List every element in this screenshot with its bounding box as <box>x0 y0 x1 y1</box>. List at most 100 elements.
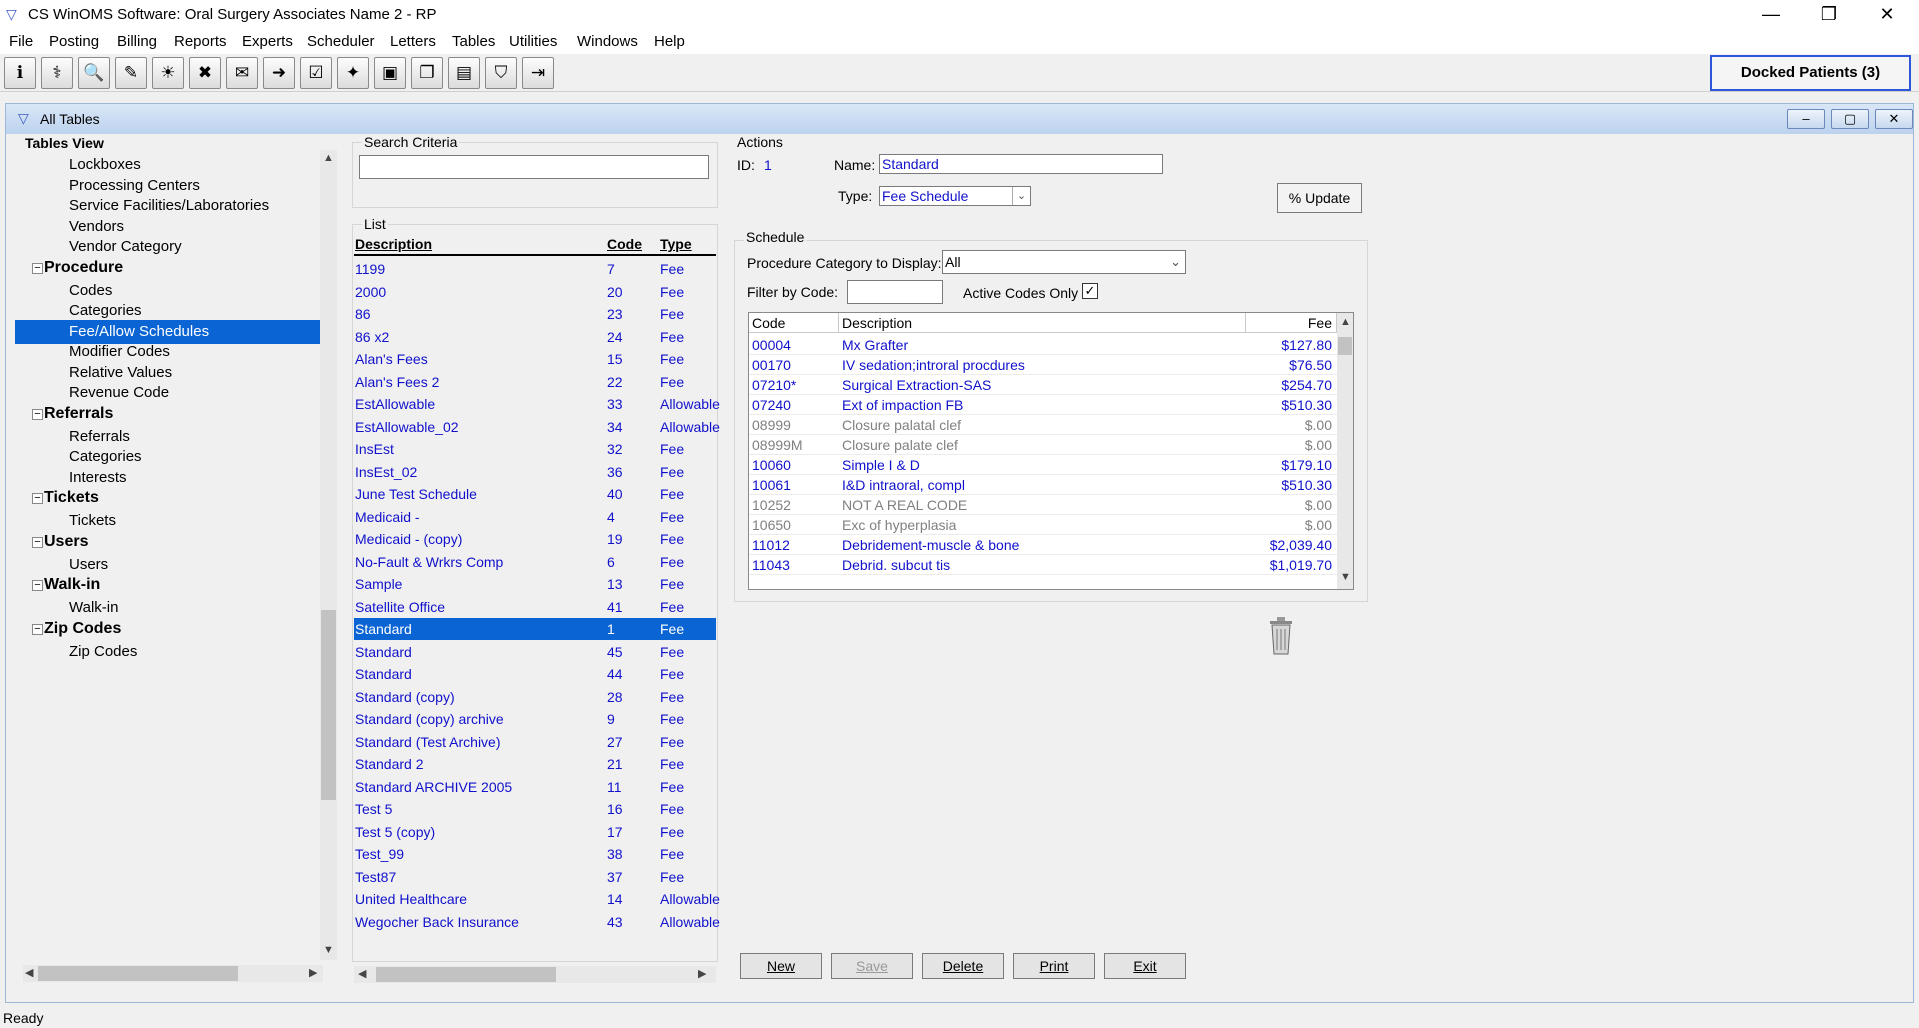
tree-item-zip-codes[interactable]: Zip Codes <box>69 640 137 664</box>
list-hscroll-thumb[interactable] <box>376 967 556 982</box>
tree-vertical-scrollbar[interactable]: ▲ ▼ <box>320 150 337 960</box>
scroll-up-icon[interactable]: ▲ <box>1340 316 1351 328</box>
scroll-down-icon[interactable]: ▼ <box>1340 571 1351 583</box>
procedure-category-select[interactable]: All ⌄ <box>942 250 1186 274</box>
name-field[interactable]: Standard <box>879 154 1163 174</box>
tree-group-tickets[interactable]: Tickets <box>44 486 99 510</box>
schedule-row[interactable]: 00170 IV sedation;introral procdures $76.5… <box>749 355 1337 375</box>
collapse-icon[interactable]: − <box>32 493 43 504</box>
menu-windows[interactable]: Windows <box>577 33 638 50</box>
list-row[interactable]: Test 5 (copy) 17 Fee <box>354 821 716 843</box>
scroll-up-icon[interactable]: ▲ <box>323 152 334 164</box>
restore-button[interactable]: ❐ <box>1806 0 1852 30</box>
tooth-icon[interactable]: ✖ <box>189 57 221 89</box>
collapse-icon[interactable]: − <box>32 536 43 548</box>
list-header-type[interactable]: Type <box>660 236 692 252</box>
schedule-row[interactable]: 08999M Closure palate clef $.00 <box>749 435 1337 455</box>
monitor-icon[interactable]: ▣ <box>374 57 406 89</box>
search-input[interactable] <box>359 155 709 179</box>
list-row[interactable]: InsEst_02 36 Fee <box>354 461 716 483</box>
list-row[interactable]: United Healthcare 14 Allowable <box>354 888 720 910</box>
list-row[interactable]: Standard (Test Archive) 27 Fee <box>354 731 716 753</box>
menu-utilities[interactable]: Utilities <box>509 33 557 50</box>
new-button[interactable]: New <box>740 953 822 979</box>
list-row[interactable]: Alan's Fees 2 22 Fee <box>354 371 716 393</box>
tree-group-zip-codes[interactable]: Zip Codes <box>44 617 121 641</box>
trash-can-icon[interactable] <box>1268 616 1294 656</box>
list-row[interactable]: Standard (copy) 28 Fee <box>354 686 716 708</box>
scroll-right-icon[interactable]: ▶ <box>698 967 706 980</box>
list-row[interactable]: Standard 2 21 Fee <box>354 753 716 775</box>
list-horizontal-scrollbar[interactable]: ◀ ▶ <box>354 966 716 983</box>
schedule-row[interactable]: 11012 Debridement-muscle & bone $2,039.40 <box>749 535 1337 555</box>
tree-icon[interactable]: ⚕ <box>41 57 73 89</box>
list-row[interactable]: Standard (copy) archive 9 Fee <box>354 708 716 730</box>
scroll-left-icon[interactable]: ◀ <box>25 966 33 979</box>
list-row[interactable]: Satellite Office 41 Fee <box>354 596 716 618</box>
inner-close-button[interactable]: ✕ <box>1875 109 1913 129</box>
grid-vertical-scrollbar[interactable]: ▲ ▼ <box>1337 313 1353 589</box>
menu-tables[interactable]: Tables <box>452 33 495 50</box>
list-header-description[interactable]: Description <box>355 236 432 252</box>
patient-icon[interactable]: ⛉ <box>485 57 517 89</box>
tree-group-walk-in[interactable]: Walk-in <box>44 573 100 597</box>
menu-billing[interactable]: Billing <box>117 33 157 50</box>
list-row[interactable]: 1199 7 Fee <box>354 258 716 280</box>
window-icon[interactable]: ❐ <box>411 57 443 89</box>
collapse-icon[interactable]: − <box>32 623 43 635</box>
grid-scroll-thumb[interactable] <box>1338 337 1352 355</box>
info-icon[interactable]: ℹ <box>4 57 36 89</box>
list-row[interactable]: Standard 45 Fee <box>354 641 716 663</box>
tree-scroll-thumb[interactable] <box>321 610 336 800</box>
search-icon[interactable]: 🔍 <box>78 57 110 89</box>
tree-hscroll-thumb[interactable] <box>38 966 238 981</box>
schedule-row[interactable]: 11043 Debrid. subcut tis $1,019.70 <box>749 555 1337 575</box>
list-row[interactable]: Standard ARCHIVE 2005 11 Fee <box>354 776 716 798</box>
save-button[interactable]: Save <box>831 953 913 979</box>
delete-button[interactable]: Delete <box>922 953 1004 979</box>
percent-update-button[interactable]: % Update <box>1277 183 1362 213</box>
checklist-icon[interactable]: ☑ <box>300 57 332 89</box>
docked-patients-button[interactable]: Docked Patients (3) <box>1710 55 1911 91</box>
schedule-row[interactable]: 07210* Surgical Extraction-SAS $254.70 <box>749 375 1337 395</box>
list-row[interactable]: InsEst 32 Fee <box>354 438 716 460</box>
menu-experts[interactable]: Experts <box>242 33 293 50</box>
exit-button[interactable]: Exit <box>1104 953 1186 979</box>
list-row[interactable]: Alan's Fees 15 Fee <box>354 348 716 370</box>
tree-horizontal-scrollbar[interactable]: ◀ ▶ <box>23 965 323 982</box>
door-in-icon[interactable]: ➜ <box>263 57 295 89</box>
list-row[interactable]: EstAllowable_02 34 Allowable <box>354 416 720 438</box>
list-row[interactable]: June Test Schedule 40 Fee <box>354 483 716 505</box>
list-row[interactable]: 86 x2 24 Fee <box>354 326 716 348</box>
schedule-row[interactable]: 08999 Closure palatal clef $.00 <box>749 415 1337 435</box>
menu-file[interactable]: File <box>9 33 33 50</box>
scroll-down-icon[interactable]: ▼ <box>323 944 334 956</box>
collapse-icon[interactable]: − <box>32 408 43 420</box>
scroll-left-icon[interactable]: ◀ <box>358 967 366 980</box>
schedule-row[interactable]: 10061 I&D intraoral, compl $510.30 <box>749 475 1337 495</box>
chart-icon[interactable]: ✎ <box>115 57 147 89</box>
list-row[interactable]: Test 5 16 Fee <box>354 798 716 820</box>
list-row[interactable]: Standard 1 Fee <box>354 618 716 640</box>
list-row[interactable]: Wegocher Back Insurance 43 Allowable <box>354 911 720 933</box>
list-header-code[interactable]: Code <box>607 236 642 252</box>
list-row[interactable]: No-Fault & Wrkrs Comp 6 Fee <box>354 551 716 573</box>
schedule-row[interactable]: 00004 Mx Grafter $127.80 <box>749 335 1337 355</box>
menu-reports[interactable]: Reports <box>174 33 227 50</box>
type-select[interactable]: Fee Schedule ⌄ <box>879 186 1031 206</box>
schedule-row[interactable]: 10650 Exc of hyperplasia $.00 <box>749 515 1337 535</box>
inner-minimize-button[interactable]: – <box>1787 109 1825 129</box>
print-button[interactable]: Print <box>1013 953 1095 979</box>
list-row[interactable]: Medicaid - 4 Fee <box>354 506 716 528</box>
list-row[interactable]: 86 23 Fee <box>354 303 716 325</box>
tree-group-referrals[interactable]: Referrals <box>44 402 113 426</box>
tree-group-users[interactable]: Users <box>44 530 88 554</box>
list-row[interactable]: Test87 37 Fee <box>354 866 716 888</box>
list-row[interactable]: EstAllowable 33 Allowable <box>354 393 720 415</box>
folder-icon[interactable]: ✦ <box>337 57 369 89</box>
list-row[interactable]: Standard 44 Fee <box>354 663 716 685</box>
filter-by-code-input[interactable] <box>847 280 943 304</box>
list-row[interactable]: Medicaid - (copy) 19 Fee <box>354 528 716 550</box>
scroll-right-icon[interactable]: ▶ <box>309 966 317 979</box>
grid-header-description[interactable]: Description <box>839 313 1246 333</box>
